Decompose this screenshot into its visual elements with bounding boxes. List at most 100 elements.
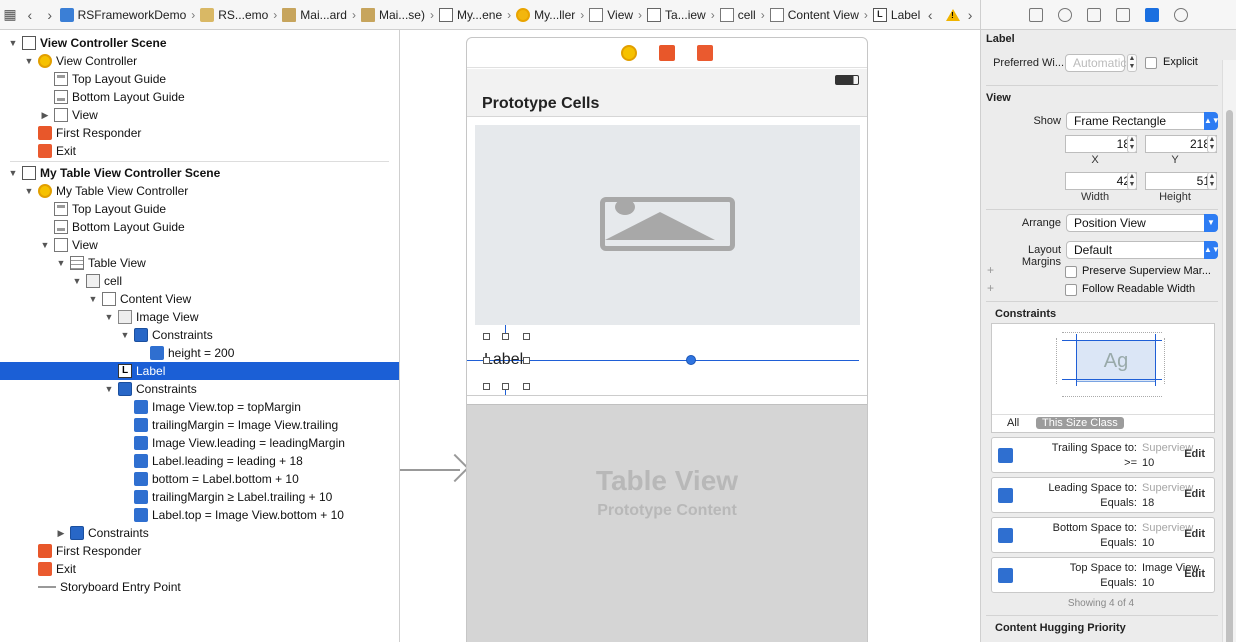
outline-row[interactable]: height = 200 bbox=[0, 344, 399, 362]
x-stepper[interactable]: ▲ ▼ bbox=[1127, 135, 1137, 153]
outline-row[interactable]: ▼ Constraints bbox=[0, 380, 399, 398]
breadcrumb-item[interactable]: Mai...se) › bbox=[360, 7, 439, 22]
table-view-controller-frame[interactable]: Prototype Cells Label Table View Prototy… bbox=[466, 37, 868, 642]
outline-row[interactable]: Bottom Layout Guide bbox=[0, 218, 399, 236]
tab-all[interactable]: All bbox=[1007, 417, 1019, 429]
breadcrumb-item[interactable]: RS...emo › bbox=[200, 7, 282, 22]
disclosure-expanded-icon[interactable]: ▼ bbox=[72, 276, 82, 286]
outline-row[interactable]: Top Layout Guide bbox=[0, 70, 399, 88]
outline-row[interactable]: ▼ cell bbox=[0, 272, 399, 290]
disclosure-expanded-icon[interactable]: ▼ bbox=[104, 312, 114, 322]
breadcrumb-item[interactable]: RSFrameworkDemo › bbox=[59, 7, 201, 22]
breadcrumb-item[interactable]: cell › bbox=[719, 7, 770, 22]
outline-row[interactable]: L Label bbox=[0, 362, 399, 380]
breadcrumb-item[interactable]: My...ene › bbox=[438, 7, 516, 22]
disclosure-collapsed-icon[interactable]: ▶ bbox=[56, 528, 66, 539]
outline-row[interactable]: Exit bbox=[0, 142, 399, 160]
disclosure-expanded-icon[interactable]: ▼ bbox=[40, 240, 50, 250]
exit-icon[interactable] bbox=[697, 44, 713, 61]
breadcrumb-item[interactable]: View › bbox=[589, 7, 647, 22]
edit-constraint-button[interactable]: Edit bbox=[1184, 528, 1205, 540]
explicit-checkbox[interactable] bbox=[1145, 57, 1157, 69]
quick-help-icon[interactable] bbox=[1057, 7, 1072, 22]
disclosure-expanded-icon[interactable]: ▼ bbox=[104, 384, 114, 394]
layout-margins-popup[interactable]: Default ▲▼ bbox=[1066, 241, 1220, 259]
outline-row[interactable]: Label.leading = leading + 18 bbox=[0, 452, 399, 470]
trailing-space-constraint-card[interactable]: Trailing Space to: Superview >= 10 Edit bbox=[991, 437, 1215, 473]
resize-handle[interactable] bbox=[523, 357, 530, 364]
leading-space-constraint-card[interactable]: Leading Space to: Superview Equals: 18 Edit bbox=[991, 477, 1215, 513]
breadcrumb-item[interactable]: Mai...ard › bbox=[282, 7, 361, 22]
file-inspector-icon[interactable] bbox=[1028, 7, 1043, 22]
outline-row[interactable]: ▼ View Controller Scene bbox=[0, 34, 399, 52]
outline-row[interactable]: Storyboard Entry Point bbox=[0, 578, 399, 596]
show-popup[interactable]: Frame Rectangle ▲▼ bbox=[1066, 112, 1220, 130]
disclosure-expanded-icon[interactable]: ▼ bbox=[8, 168, 18, 178]
edit-constraint-button[interactable]: Edit bbox=[1184, 568, 1205, 580]
arrange-popup[interactable]: Position View ▼ bbox=[1066, 214, 1218, 232]
preferred-width-field[interactable]: Automatic bbox=[1065, 54, 1126, 72]
outline-row[interactable]: ▶ View bbox=[0, 106, 399, 124]
outline-row[interactable]: Bottom Layout Guide bbox=[0, 88, 399, 106]
y-stepper[interactable]: ▲ ▼ bbox=[1207, 135, 1217, 153]
breadcrumb-item[interactable]: Content View › bbox=[769, 7, 873, 22]
outline-row[interactable]: ▼ Content View bbox=[0, 290, 399, 308]
outline-row[interactable]: First Responder bbox=[0, 542, 399, 560]
inspector-scrollbar[interactable] bbox=[1222, 60, 1236, 642]
outline-row[interactable]: bottom = Label.bottom + 10 bbox=[0, 470, 399, 488]
tab-this-size-class[interactable]: This Size Class bbox=[1036, 417, 1124, 429]
bottom-space-constraint-card[interactable]: Bottom Space to: Superview Equals: 10 Edit bbox=[991, 517, 1215, 553]
table-view-content[interactable]: Table View Prototype Content bbox=[467, 404, 867, 642]
disclosure-expanded-icon[interactable]: ▼ bbox=[24, 56, 34, 66]
warning-icon[interactable] bbox=[946, 8, 961, 21]
resize-handle[interactable] bbox=[502, 383, 509, 390]
breadcrumb-item[interactable]: Ta...iew › bbox=[647, 7, 720, 22]
scroll-thumb[interactable] bbox=[1226, 110, 1233, 642]
resize-handle[interactable] bbox=[483, 357, 490, 364]
storyboard-canvas[interactable]: Prototype Cells Label Table View Prototy… bbox=[400, 30, 980, 642]
outline-row[interactable]: ▼ View Controller bbox=[0, 52, 399, 70]
resize-handle[interactable] bbox=[523, 383, 530, 390]
outline-row[interactable]: trailingMargin = Image View.trailing bbox=[0, 416, 399, 434]
add-variation-icon[interactable]: + bbox=[987, 281, 994, 295]
outline-row[interactable]: ▶ Constraints bbox=[0, 524, 399, 542]
top-space-constraint-card[interactable]: Top Space to: Image View Equals: 10 Edit bbox=[991, 557, 1215, 593]
attributes-inspector-icon[interactable] bbox=[1116, 7, 1131, 22]
outline-row[interactable]: ▼ Constraints bbox=[0, 326, 399, 344]
outline-row[interactable]: ▼ Table View bbox=[0, 254, 399, 272]
follow-readable-checkbox[interactable] bbox=[1065, 284, 1077, 296]
view-controller-icon[interactable] bbox=[621, 44, 637, 61]
preferred-width-stepper[interactable]: ▲ ▼ bbox=[1127, 54, 1137, 72]
breadcrumb-item[interactable]: My...ller › bbox=[516, 7, 589, 22]
outline-row[interactable]: Top Layout Guide bbox=[0, 200, 399, 218]
add-variation-icon[interactable]: + bbox=[987, 263, 994, 277]
outline-row[interactable]: Image View.leading = leadingMargin bbox=[0, 434, 399, 452]
outline-row[interactable]: Label.top = Image View.bottom + 10 bbox=[0, 506, 399, 524]
width-stepper[interactable]: ▲ ▼ bbox=[1127, 172, 1137, 190]
outline-row[interactable]: First Responder bbox=[0, 124, 399, 142]
outline-row[interactable]: Image View.top = topMargin bbox=[0, 398, 399, 416]
outline-row[interactable]: ▼ My Table View Controller bbox=[0, 182, 399, 200]
disclosure-expanded-icon[interactable]: ▼ bbox=[88, 294, 98, 304]
outline-row[interactable]: ▼ Image View bbox=[0, 308, 399, 326]
related-items-icon[interactable]: ▦ bbox=[0, 0, 20, 29]
resize-handle[interactable] bbox=[483, 383, 490, 390]
disclosure-expanded-icon[interactable]: ▼ bbox=[120, 330, 130, 340]
identity-inspector-icon[interactable] bbox=[1086, 7, 1101, 22]
forward-chevron-icon[interactable]: › bbox=[960, 0, 980, 29]
outline-row[interactable]: Exit bbox=[0, 560, 399, 578]
height-stepper[interactable]: ▲ ▼ bbox=[1207, 172, 1217, 190]
size-inspector-icon[interactable] bbox=[1145, 7, 1160, 22]
disclosure-expanded-icon[interactable]: ▼ bbox=[24, 186, 34, 196]
outline-row[interactable]: trailingMargin ≥ Label.trailing + 10 bbox=[0, 488, 399, 506]
disclosure-expanded-icon[interactable]: ▼ bbox=[8, 38, 18, 48]
constraint-handle-icon[interactable] bbox=[686, 355, 696, 365]
breadcrumb-item[interactable]: L Label bbox=[872, 7, 920, 22]
preserve-superview-checkbox[interactable] bbox=[1065, 266, 1077, 278]
prototype-cell[interactable]: Label bbox=[467, 117, 867, 407]
back-chevron-icon[interactable]: ‹ bbox=[20, 0, 40, 29]
resize-handle[interactable] bbox=[483, 333, 490, 340]
outline-row[interactable]: ▼ View bbox=[0, 236, 399, 254]
back-chevron-icon[interactable]: ‹ bbox=[920, 0, 940, 29]
constraints-diagram[interactable]: Ag All This Size Class bbox=[991, 323, 1215, 433]
